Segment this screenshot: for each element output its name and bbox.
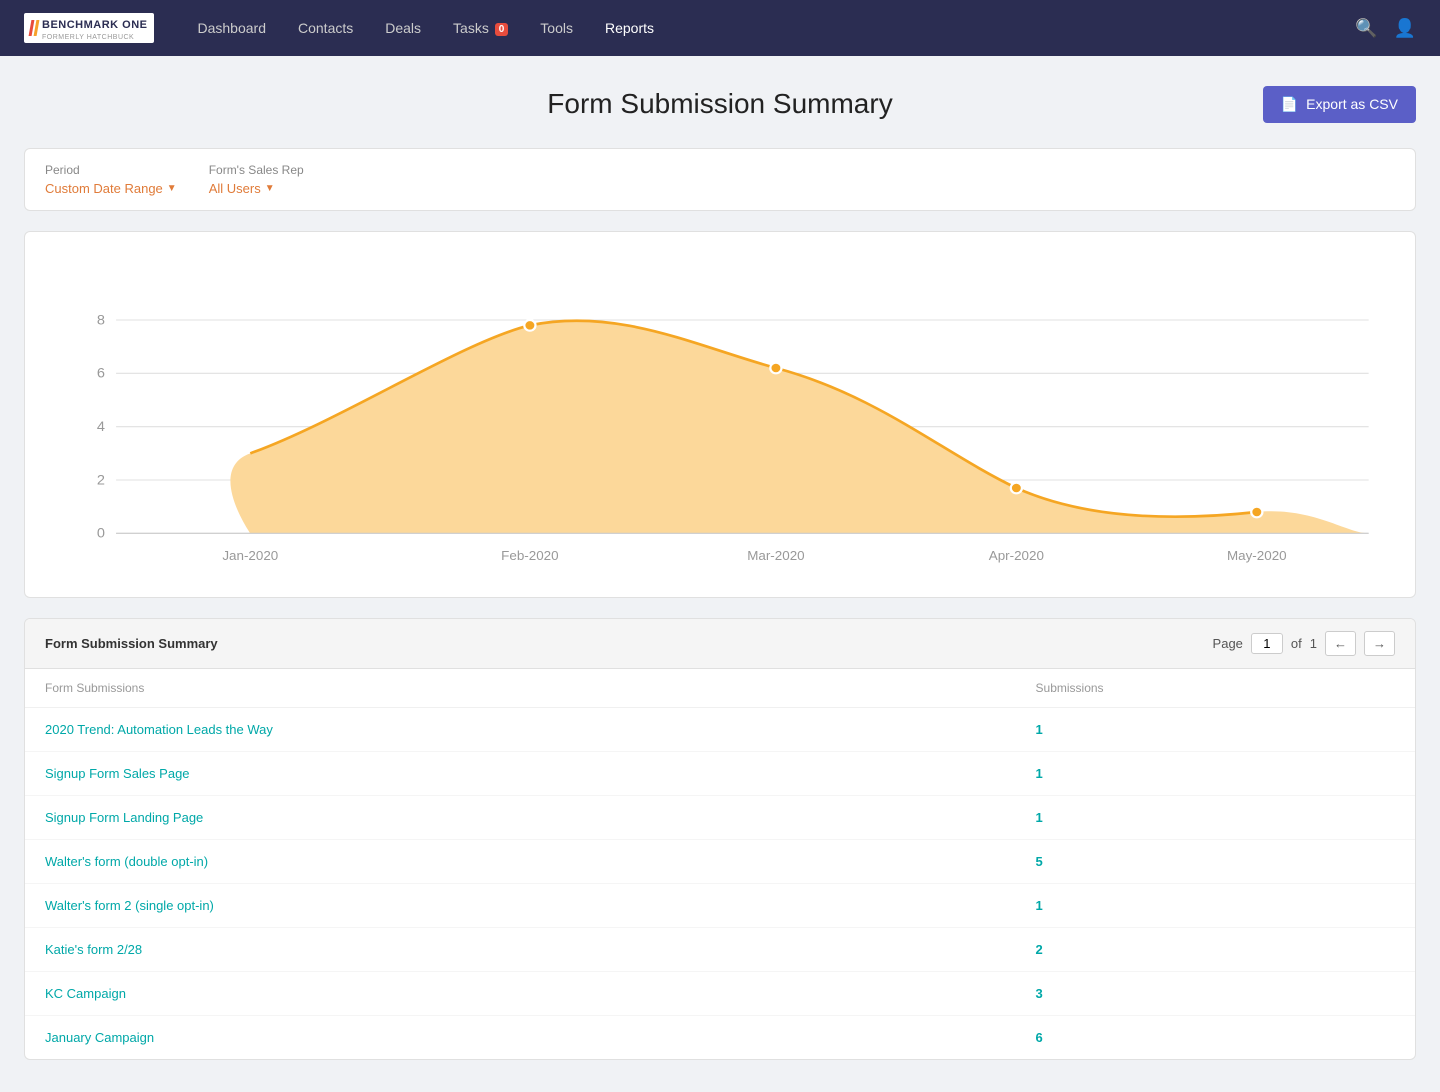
navbar: BENCHMARK ONE FORMERLY HATCHBUCK Dashboa… (0, 0, 1440, 56)
user-button[interactable]: 👤 (1394, 18, 1416, 39)
page-header: Form Submission Summary 📄 Export as CSV (24, 88, 1416, 120)
submissions-count-cell: 6 (1016, 1016, 1415, 1060)
svg-text:Apr-2020: Apr-2020 (989, 548, 1044, 563)
col-submissions-header: Submissions (1016, 669, 1415, 708)
form-name-cell[interactable]: KC Campaign (25, 972, 1016, 1016)
svg-text:2: 2 (97, 473, 105, 489)
period-select[interactable]: Custom Date Range ▼ (45, 181, 177, 196)
table-row: 2020 Trend: Automation Leads the Way 1 (25, 708, 1415, 752)
form-name-cell[interactable]: Signup Form Sales Page (25, 752, 1016, 796)
nav-tasks[interactable]: Tasks 0 (441, 14, 520, 42)
table-section: Form Submission Summary Page of 1 ← → Fo… (24, 618, 1416, 1060)
submissions-count-cell: 1 (1016, 752, 1415, 796)
logo-text: BENCHMARK ONE (42, 19, 148, 31)
table-header-title: Form Submission Summary (45, 636, 218, 651)
of-label: of (1291, 636, 1302, 651)
export-icon: 📄 (1281, 96, 1298, 113)
table-column-headers: Form Submissions Submissions (25, 669, 1415, 708)
pagination: Page of 1 ← → (1213, 631, 1395, 656)
nav-tools[interactable]: Tools (528, 14, 585, 42)
page-input[interactable] (1251, 633, 1283, 654)
prev-page-button[interactable]: ← (1325, 631, 1356, 656)
sales-rep-value: All Users (209, 181, 261, 196)
data-table: Form Submissions Submissions 2020 Trend:… (25, 669, 1415, 1059)
chart-container: 0 2 4 6 8 Jan-2020 Feb-2020 (24, 231, 1416, 598)
nav-reports[interactable]: Reports (593, 14, 666, 42)
nav-icons: 🔍 👤 (1355, 18, 1416, 39)
col-form-header: Form Submissions (25, 669, 1016, 708)
submissions-count-cell: 2 (1016, 928, 1415, 972)
form-name-cell[interactable]: 2020 Trend: Automation Leads the Way (25, 708, 1016, 752)
svg-text:Feb-2020: Feb-2020 (501, 548, 558, 563)
page-title: Form Submission Summary (547, 88, 892, 120)
nav-contacts[interactable]: Contacts (286, 14, 365, 42)
form-name-cell[interactable]: Katie's form 2/28 (25, 928, 1016, 972)
table-row: Katie's form 2/28 2 (25, 928, 1415, 972)
sales-rep-arrow: ▼ (265, 183, 275, 194)
form-name-cell[interactable]: January Campaign (25, 1016, 1016, 1060)
page-total: 1 (1310, 636, 1317, 651)
svg-text:May-2020: May-2020 (1227, 548, 1287, 563)
search-button[interactable]: 🔍 (1355, 18, 1377, 39)
filter-bar: Period Custom Date Range ▼ Form's Sales … (24, 148, 1416, 211)
table-row: January Campaign 6 (25, 1016, 1415, 1060)
form-name-cell[interactable]: Walter's form (double opt-in) (25, 840, 1016, 884)
table-row: KC Campaign 3 (25, 972, 1415, 1016)
submissions-count-cell: 5 (1016, 840, 1415, 884)
next-page-button[interactable]: → (1364, 631, 1395, 656)
table-row: Signup Form Sales Page 1 (25, 752, 1415, 796)
svg-text:Jan-2020: Jan-2020 (222, 548, 278, 563)
submissions-count-cell: 1 (1016, 884, 1415, 928)
line-chart: 0 2 4 6 8 Jan-2020 Feb-2020 (49, 256, 1391, 576)
table-header: Form Submission Summary Page of 1 ← → (25, 619, 1415, 669)
submissions-count-cell: 1 (1016, 708, 1415, 752)
main-content: Form Submission Summary 📄 Export as CSV … (0, 56, 1440, 1092)
sales-rep-label: Form's Sales Rep (209, 163, 304, 177)
sales-rep-select[interactable]: All Users ▼ (209, 181, 304, 196)
svg-text:6: 6 (97, 366, 105, 382)
page-label: Page (1213, 636, 1243, 651)
svg-text:8: 8 (97, 313, 105, 329)
table-row: Walter's form 2 (single opt-in) 1 (25, 884, 1415, 928)
sales-rep-filter: Form's Sales Rep All Users ▼ (209, 163, 304, 196)
export-csv-button[interactable]: 📄 Export as CSV (1263, 86, 1416, 123)
period-arrow: ▼ (167, 183, 177, 194)
table-row: Walter's form (double opt-in) 5 (25, 840, 1415, 884)
nav-links: Dashboard Contacts Deals Tasks 0 Tools R… (186, 14, 1356, 42)
svg-text:Mar-2020: Mar-2020 (747, 548, 804, 563)
period-value: Custom Date Range (45, 181, 163, 196)
nav-deals[interactable]: Deals (373, 14, 433, 42)
tasks-badge: 0 (495, 23, 509, 36)
period-filter: Period Custom Date Range ▼ (45, 163, 177, 196)
period-label: Period (45, 163, 177, 177)
table-row: Signup Form Landing Page 1 (25, 796, 1415, 840)
svg-text:4: 4 (97, 419, 105, 435)
svg-text:0: 0 (97, 526, 105, 542)
logo-sub: FORMERLY HATCHBUCK (42, 34, 148, 41)
logo: BENCHMARK ONE FORMERLY HATCHBUCK (24, 13, 154, 43)
nav-dashboard[interactable]: Dashboard (186, 14, 279, 42)
form-name-cell[interactable]: Signup Form Landing Page (25, 796, 1016, 840)
submissions-count-cell: 3 (1016, 972, 1415, 1016)
submissions-count-cell: 1 (1016, 796, 1415, 840)
form-name-cell[interactable]: Walter's form 2 (single opt-in) (25, 884, 1016, 928)
